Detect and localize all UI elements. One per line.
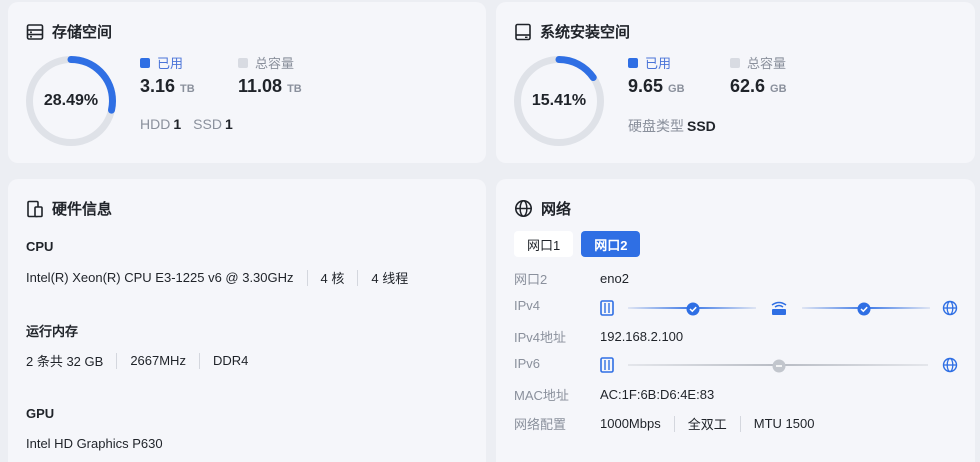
ipv4-label: IPv4 <box>514 298 541 313</box>
gpu-details: Intel HD Graphics P630 <box>26 436 163 451</box>
hdd-label: HDD <box>140 116 171 132</box>
cpu-cores: 4 核 <box>320 271 345 286</box>
memory-size: 2 条共 32 GB <box>26 354 104 369</box>
storage-used-value: 3.16 <box>140 76 176 96</box>
storage-header: 存储空间 <box>26 21 112 42</box>
storage-total: 总容量 11.08 TB <box>238 53 302 97</box>
ipv6-row: IPv6 <box>514 356 600 371</box>
globe-icon <box>942 300 958 316</box>
total-legend-swatch <box>238 57 248 68</box>
mac-label: MAC地址 <box>514 388 569 403</box>
storage-title: 存储空间 <box>52 24 113 41</box>
ipv4-address-label: IPv4地址 <box>514 330 567 345</box>
duplex-mode: 全双工 <box>687 417 727 432</box>
storage-card: 存储空间 28.49% 已用 3.16 TB 总容量 11.08 TB HDD 1 SS… <box>8 2 486 163</box>
network-port-tabs: 网口1 网口2 <box>514 231 641 257</box>
divider <box>739 415 741 432</box>
disk-type-value: SSD <box>687 118 716 134</box>
divider <box>198 352 200 369</box>
ipv4-row: IPv4 <box>514 298 600 313</box>
system-space-header: 系统安装空间 <box>514 21 630 42</box>
hardware-title: 硬件信息 <box>52 201 113 218</box>
system-used-label: 已用 <box>645 56 672 71</box>
ipv4-connection-path <box>600 300 958 316</box>
divider <box>357 269 359 286</box>
ssd-count: 1 <box>224 116 233 132</box>
system-total-unit: GB <box>770 83 787 95</box>
ipv6-label: IPv6 <box>514 356 541 371</box>
memory-type: DDR4 <box>212 353 249 368</box>
used-legend-swatch <box>140 57 150 68</box>
check-icon <box>857 302 871 316</box>
system-percent: 15.41% <box>531 92 587 109</box>
network-config-label: 网络配置 <box>514 417 567 432</box>
storage-icon <box>26 23 44 41</box>
network-card: 网络 网口1 网口2 网口2 eno2 IPv4 IPv4地址 192.168.… <box>496 179 975 462</box>
system-total: 总容量 62.6 GB <box>730 53 787 97</box>
cpu-title: CPU <box>26 239 54 254</box>
ipv4-address-value: 192.168.2.100 <box>600 329 684 344</box>
devices-icon <box>26 200 44 218</box>
check-icon <box>686 302 700 316</box>
mac-value: AC:1F:6B:D6:4E:83 <box>600 387 715 402</box>
hardware-header: 硬件信息 <box>26 198 112 219</box>
gpu-title: GPU <box>26 406 55 421</box>
used-legend-swatch <box>628 57 638 68</box>
mtu: MTU 1500 <box>753 416 815 431</box>
tab-port-1[interactable]: 网口1 <box>514 231 574 257</box>
disk-type: 硬盘类型 SSD <box>628 116 728 136</box>
device-icon <box>600 300 614 316</box>
hdd-count: 1 <box>173 116 182 132</box>
router-icon <box>771 301 787 315</box>
storage-total-value: 11.08 <box>238 76 283 96</box>
network-config-value: 1000Mbps 全双工 MTU 1500 <box>600 414 814 433</box>
disconnected-icon <box>772 359 786 373</box>
hardware-card: 硬件信息 CPU Intel(R) Xeon(R) CPU E3-1225 v6… <box>8 179 486 462</box>
device-icon <box>600 357 614 373</box>
storage-used-label: 已用 <box>157 56 184 71</box>
total-legend-swatch <box>730 57 740 68</box>
system-total-label: 总容量 <box>747 56 787 71</box>
ipv4-address-row: IPv4地址 192.168.2.100 <box>514 327 683 346</box>
cpu-details: Intel(R) Xeon(R) CPU E3-1225 v6 @ 3.30GH… <box>26 268 408 287</box>
memory-details: 2 条共 32 GB 2667MHz DDR4 <box>26 351 248 370</box>
tab-port-2[interactable]: 网口2 <box>581 231 641 257</box>
disk-icon <box>514 23 532 41</box>
system-space-title: 系统安装空间 <box>540 24 631 41</box>
memory-speed: 2667MHz <box>130 353 186 368</box>
ssd-label: SSD <box>193 116 222 132</box>
ipv6-connection-path <box>600 357 958 373</box>
divider <box>673 415 675 432</box>
link-speed: 1000Mbps <box>600 416 661 431</box>
storage-total-unit: TB <box>287 83 302 95</box>
globe-icon <box>942 357 958 373</box>
globe-icon <box>514 199 533 218</box>
system-space-card: 系统安装空间 15.41% 已用 9.65 GB 总容量 62.6 GB 硬盘类型 S… <box>496 2 975 163</box>
storage-total-label: 总容量 <box>255 56 295 71</box>
cpu-threads: 4 线程 <box>371 271 409 286</box>
divider <box>306 269 308 286</box>
port-label: 网口2 <box>514 272 548 287</box>
mac-row: MAC地址 AC:1F:6B:D6:4E:83 <box>514 385 714 404</box>
system-used-unit: GB <box>668 83 685 95</box>
gpu-model: Intel HD Graphics P630 <box>26 436 163 451</box>
disk-type-label: 硬盘类型 <box>628 118 684 134</box>
network-title: 网络 <box>541 201 572 218</box>
system-used: 已用 9.65 GB <box>628 53 685 97</box>
storage-used: 已用 3.16 TB <box>140 53 195 97</box>
network-header: 网络 <box>514 198 571 219</box>
storage-percent: 28.49% <box>43 92 99 109</box>
divider <box>116 352 118 369</box>
storage-usage-ring: 28.49% <box>24 54 118 148</box>
disk-counts: HDD 1 SSD 1 <box>140 116 245 132</box>
network-config-row: 网络配置 1000Mbps 全双工 MTU 1500 <box>514 414 814 433</box>
system-used-value: 9.65 <box>628 76 664 96</box>
port-row: 网口2 eno2 <box>514 269 629 288</box>
storage-used-unit: TB <box>180 83 195 95</box>
system-usage-ring: 15.41% <box>512 54 606 148</box>
memory-title: 运行内存 <box>26 324 79 339</box>
port-value: eno2 <box>600 271 629 286</box>
cpu-model: Intel(R) Xeon(R) CPU E3-1225 v6 @ 3.30GH… <box>26 270 294 285</box>
system-total-value: 62.6 <box>730 76 766 96</box>
